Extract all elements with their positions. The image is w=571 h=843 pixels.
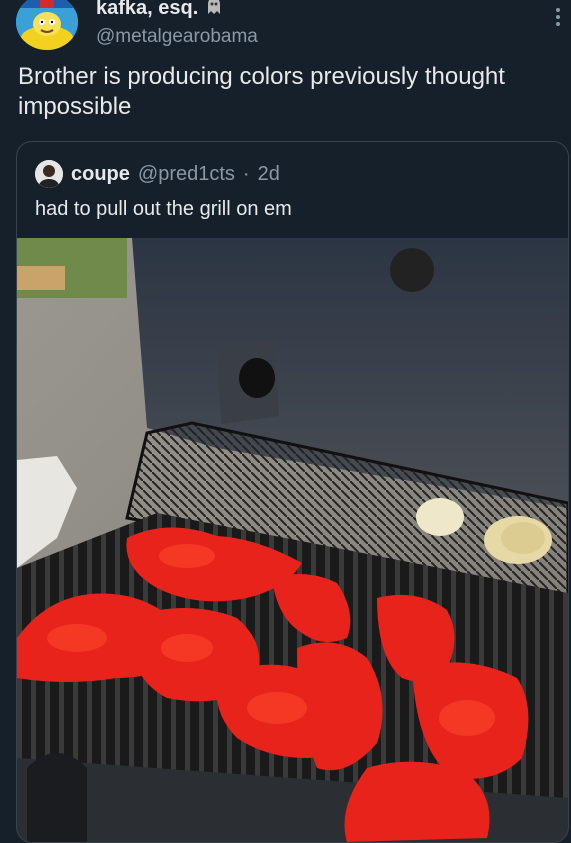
author-display-name[interactable]: kafka, esq. [96,0,198,20]
quoted-separator: · [242,162,250,185]
quoted-header: coupe @pred1cts · 2d [35,160,280,188]
quoted-display-name[interactable]: coupe [71,163,130,186]
ghost-emoji-icon [204,0,224,21]
post-text: Brother is producing colors previously t… [18,63,505,120]
quoted-post[interactable]: coupe @pred1cts · 2d had to pull out the… [16,141,569,843]
author-handle[interactable]: @metalgearobama [96,26,258,48]
grill-photo[interactable] [17,238,568,842]
author-name-row: kafka, esq. [96,0,224,21]
more-vertical-icon[interactable] [555,8,561,26]
author-avatar[interactable] [16,0,78,50]
quoted-time[interactable]: 2d [258,163,280,186]
quoted-handle[interactable]: @pred1cts [138,163,235,186]
quoted-text: had to pull out the grill on em [35,198,292,220]
quoted-avatar[interactable] [35,160,63,188]
